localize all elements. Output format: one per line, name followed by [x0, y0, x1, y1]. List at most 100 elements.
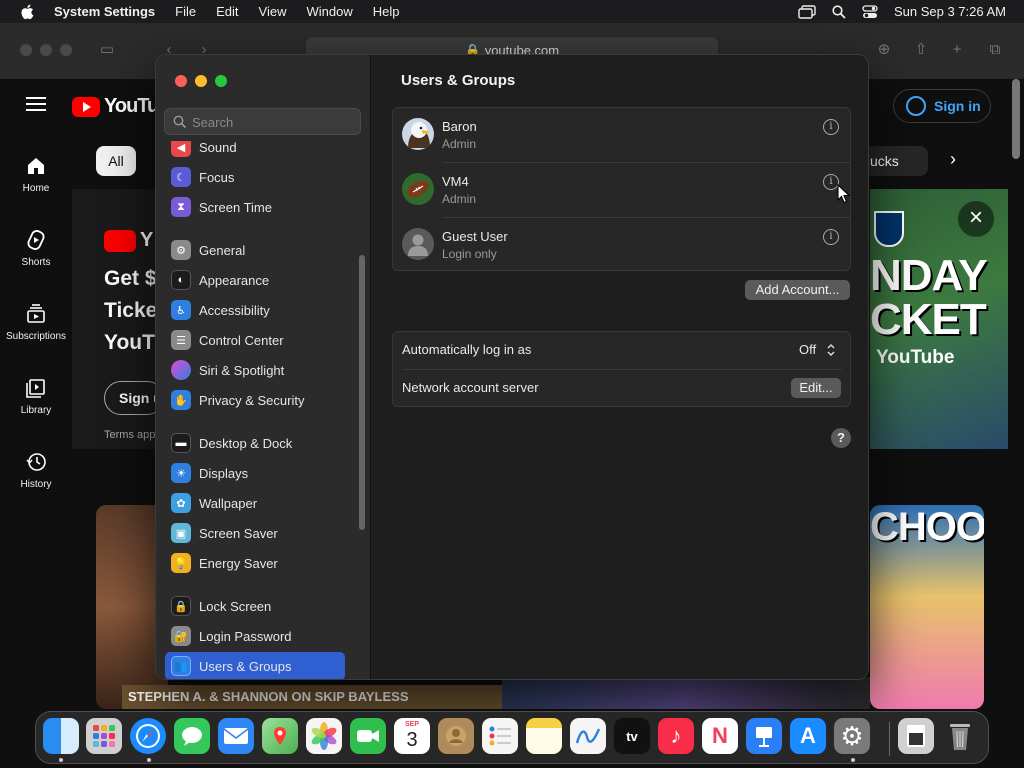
yt-sidebar-history[interactable]: History — [0, 451, 72, 490]
menu-help[interactable]: Help — [373, 4, 400, 19]
dock-notes-icon[interactable] — [526, 718, 562, 754]
dock-launchpad-icon[interactable] — [86, 718, 122, 754]
sidebar-item-energy-saver[interactable]: 💡 Energy Saver — [165, 549, 345, 577]
sidebar-item-displays[interactable]: ☀ Displays — [165, 459, 345, 487]
sidebar-item-label: Displays — [199, 465, 249, 481]
dock-reminders-icon[interactable] — [482, 718, 518, 754]
edit-network-server-button[interactable]: Edit... — [791, 378, 841, 398]
sidebar-item-accessibility[interactable]: ♿ Accessibility — [165, 296, 345, 324]
menu-file[interactable]: File — [175, 4, 196, 19]
banner-line: Ticke — [104, 299, 158, 322]
sidebar-toggle-icon[interactable]: ▭ — [98, 41, 116, 59]
dock-app-store-icon[interactable]: A — [790, 718, 826, 754]
banner-logo: Y — [104, 229, 153, 252]
user-row-vm4[interactable]: VM4 Admin i — [393, 163, 850, 218]
apple-menu-icon[interactable] — [20, 4, 34, 20]
sidebar-item-wallpaper[interactable]: ✿ Wallpaper — [165, 489, 345, 517]
window-zoom-button[interactable] — [215, 75, 227, 87]
sidebar-item-lock-screen[interactable]: 🔒 Lock Screen — [165, 592, 345, 620]
window-minimize-button[interactable] — [195, 75, 207, 87]
yt-sidebar-label: Subscriptions — [5, 331, 67, 342]
sun-icon: ☀ — [171, 463, 191, 483]
dock-keynote-icon[interactable] — [746, 718, 782, 754]
dock-freeform-icon[interactable] — [570, 718, 606, 754]
yt-sidebar-home[interactable]: Home — [0, 155, 72, 194]
sidebar-item-desktop-dock[interactable]: ▬ Desktop & Dock — [165, 429, 345, 457]
sidebar-item-general[interactable]: ⚙ General — [165, 236, 345, 264]
help-button[interactable]: ? — [831, 428, 851, 448]
user-row-guest[interactable]: Guest User Login only i — [393, 218, 850, 273]
dock-photos-icon[interactable] — [306, 718, 342, 754]
popup-stepper-icon[interactable] — [826, 342, 836, 358]
chip-scroll-right-icon[interactable]: › — [950, 149, 956, 170]
menu-edit[interactable]: Edit — [216, 4, 238, 19]
dock-news-icon[interactable]: N — [702, 718, 738, 754]
dock-mail-icon[interactable] — [218, 718, 254, 754]
users-icon: 👥 — [171, 656, 191, 676]
sidebar-item-screen-saver[interactable]: ▣ Screen Saver — [165, 519, 345, 547]
info-icon[interactable]: i — [823, 229, 839, 245]
dock-contacts-icon[interactable] — [438, 718, 474, 754]
sidebar-item-users-groups[interactable]: 👥 Users & Groups — [165, 652, 345, 679]
menu-window[interactable]: Window — [306, 4, 352, 19]
info-icon[interactable]: i — [823, 119, 839, 135]
add-account-button[interactable]: Add Account... — [745, 280, 850, 300]
close-banner-icon[interactable]: × — [958, 201, 994, 237]
sidebar-scrollbar[interactable] — [359, 255, 365, 530]
user-row-baron[interactable]: Baron Admin i — [393, 108, 850, 163]
user-role: Admin — [442, 192, 477, 206]
sound-icon: ◀ — [171, 141, 191, 157]
moon-icon: ☾ — [171, 167, 191, 187]
search-input[interactable] — [192, 112, 352, 132]
new-tab-icon[interactable]: + — [948, 41, 966, 59]
dock-calendar-icon[interactable]: SEP 3 — [394, 718, 430, 754]
yt-sign-in-button[interactable]: Sign in — [893, 89, 991, 123]
dock-facetime-icon[interactable] — [350, 718, 386, 754]
download-icon[interactable]: ⊕ — [875, 41, 893, 59]
dock-finder-icon[interactable] — [43, 718, 79, 754]
menu-view[interactable]: View — [259, 4, 287, 19]
hand-icon: ✋ — [171, 390, 191, 410]
dock-music-icon[interactable]: ♪ — [658, 718, 694, 754]
screen-mirroring-icon[interactable] — [798, 4, 816, 19]
share-icon[interactable]: ⇧ — [912, 41, 930, 59]
sidebar-item-siri-spotlight[interactable]: Siri & Spotlight — [165, 356, 345, 384]
dock-trash-icon[interactable] — [942, 718, 978, 754]
auto-login-value[interactable]: Off — [799, 342, 816, 357]
library-icon — [26, 379, 45, 398]
menu-clock[interactable]: Sun Sep 3 7:26 AM — [894, 4, 1006, 19]
sidebar-item-privacy-security[interactable]: ✋ Privacy & Security — [165, 386, 345, 414]
safari-close-dot[interactable] — [20, 44, 32, 56]
video-thumbnail[interactable]: CHOOL — [870, 505, 984, 709]
yt-sidebar-subscriptions[interactable]: Subscriptions — [0, 303, 72, 342]
sidebar-item-sound[interactable]: ◀ Sound — [165, 141, 345, 161]
dock-maps-icon[interactable] — [262, 718, 298, 754]
dock-safari-icon[interactable] — [130, 718, 166, 754]
dock-preview-icon[interactable] — [898, 718, 934, 754]
video-thumbnail-strip[interactable] — [502, 677, 870, 709]
page-scrollbar[interactable] — [1012, 79, 1020, 159]
chip-all[interactable]: All — [96, 146, 136, 176]
yt-sidebar-shorts[interactable]: Shorts — [0, 229, 72, 268]
menu-app-name[interactable]: System Settings — [54, 4, 155, 19]
yt-sidebar-library[interactable]: Library — [0, 377, 72, 416]
sidebar-item-screen-time[interactable]: ⧗ Screen Time — [165, 193, 345, 221]
hamburger-menu-icon[interactable] — [26, 97, 46, 111]
settings-search[interactable] — [164, 108, 361, 135]
video-thumbnail-strip[interactable]: STEPHEN A. & SHANNON ON SKIP BAYLESS — [122, 685, 502, 709]
dock-system-settings-icon[interactable]: ⚙ — [834, 718, 870, 754]
control-center-icon[interactable] — [862, 4, 878, 19]
safari-zoom-dot[interactable] — [60, 44, 72, 56]
dock-messages-icon[interactable] — [174, 718, 210, 754]
tab-overview-icon[interactable]: ⧉ — [986, 41, 1004, 59]
spotlight-search-icon[interactable] — [832, 4, 846, 19]
window-close-button[interactable] — [175, 75, 187, 87]
dock-tv-icon[interactable]: tv — [614, 718, 650, 754]
settings-sidebar-list: ◀ Sound ☾ Focus ⧗ Screen Time ⚙ General ◐ App… — [156, 141, 370, 679]
sidebar-item-focus[interactable]: ☾ Focus — [165, 163, 345, 191]
yt-nfl-banner[interactable]: NDAY CKET YouTube × — [870, 189, 1008, 449]
safari-minimize-dot[interactable] — [40, 44, 52, 56]
sidebar-item-login-password[interactable]: 🔐 Login Password — [165, 622, 345, 650]
sidebar-item-appearance[interactable]: ◐ Appearance — [165, 266, 345, 294]
sidebar-item-control-center[interactable]: ☰ Control Center — [165, 326, 345, 354]
